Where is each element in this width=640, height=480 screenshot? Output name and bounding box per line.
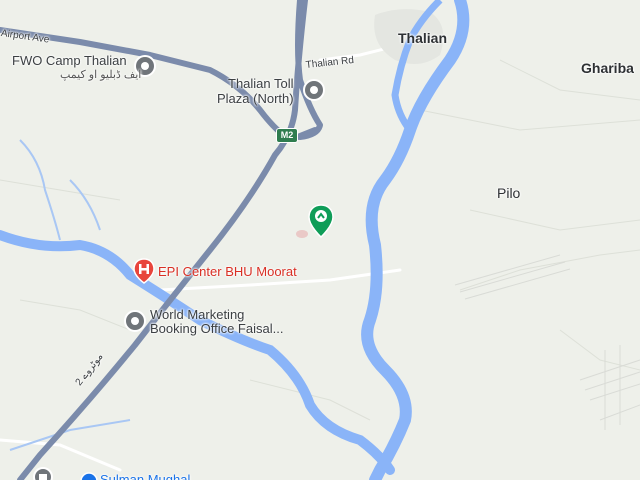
map-pin-icon[interactable] <box>302 78 326 102</box>
poi-label-world-marketing-line1[interactable]: World Marketing <box>150 307 244 322</box>
poi-label-fwo-camp[interactable]: FWO Camp Thalian <box>12 53 127 68</box>
plot-grid <box>454 254 640 430</box>
m2-shield: M2 <box>276 128 298 143</box>
streams <box>9 139 131 451</box>
map-pin-icon[interactable] <box>123 309 147 333</box>
poi-label-toll-plaza-line1[interactable]: Thalian Toll <box>228 76 294 91</box>
poi-label-world-marketing-line2[interactable]: Booking Office Faisal... <box>150 321 283 336</box>
place-label-ghariba[interactable]: Ghariba <box>581 61 634 76</box>
mosque-icon[interactable] <box>32 466 54 480</box>
hospital-icon[interactable] <box>132 258 156 284</box>
motorway-m2 <box>0 0 323 480</box>
minor-roads <box>0 38 432 472</box>
shop-icon[interactable] <box>80 472 98 480</box>
river-main <box>361 0 470 480</box>
place-label-pilo[interactable]: Pilo <box>497 186 520 201</box>
place-label-thalian[interactable]: Thalian <box>398 31 447 46</box>
poi-sublabel-fwo-camp: ایف ڈبلیو او کیمپ <box>60 69 142 81</box>
green-location-pin-icon[interactable] <box>308 204 334 238</box>
poi-label-epi-center[interactable]: EPI Center BHU Moorat <box>158 264 297 279</box>
poi-label-toll-plaza-line2[interactable]: Plaza (North) <box>217 91 294 106</box>
poi-label-bottom[interactable]: Sulman Mughal <box>100 472 190 480</box>
map-canvas[interactable]: Thalian Ghariba Pilo Airport Ave Thalian… <box>0 0 640 480</box>
selected-area-highlight <box>296 230 308 238</box>
